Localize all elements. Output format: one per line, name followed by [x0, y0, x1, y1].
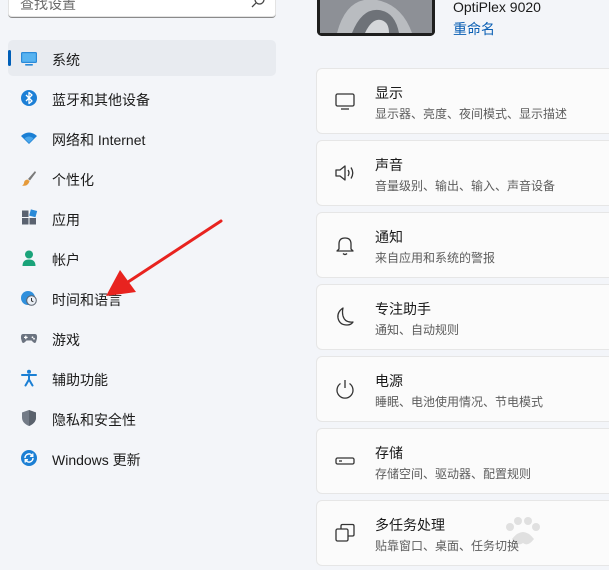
card-subtitle: 来自应用和系统的警报: [375, 251, 496, 265]
sidebar-item-label: 网络和 Internet: [52, 132, 146, 148]
card-subtitle: 睡眠、电池使用情况、节电模式: [375, 395, 544, 409]
search-placeholder: 查找设置: [20, 0, 76, 12]
active-indicator: [8, 50, 11, 66]
sidebar-item-label: 辅助功能: [52, 372, 108, 388]
moon-icon: [337, 307, 354, 326]
sidebar-item-personalization[interactable]: 个性化: [8, 160, 276, 196]
search-icon[interactable]: [250, 0, 266, 9]
settings-card-notifications[interactable]: 通知 来自应用和系统的警报: [316, 212, 609, 278]
brush-icon: [22, 171, 36, 186]
wifi-icon: [21, 132, 37, 144]
card-title: 通知: [375, 229, 403, 245]
speaker-icon: [335, 165, 354, 181]
shield-icon: [22, 410, 36, 426]
accessibility-icon: [21, 369, 37, 387]
sidebar-item-label: 系统: [52, 52, 80, 68]
card-title: 专注助手: [375, 301, 431, 317]
bluetooth-icon: [21, 90, 37, 106]
wallpaper-image: [317, 0, 435, 36]
sidebar-item-label: 个性化: [52, 172, 94, 188]
card-title: 声音: [375, 157, 403, 173]
card-subtitle: 存储空间、驱动器、配置规则: [375, 467, 532, 481]
storage-icon: [335, 457, 355, 465]
sidebar-item-label: 蓝牙和其他设备: [52, 92, 150, 108]
navigation-sidebar: 查找设置 系统 蓝牙和其他设备 网络和 Internet 个性化 应用 帐户 时…: [0, 0, 290, 570]
card-title: 多任务处理: [375, 517, 445, 533]
bell-icon: [336, 237, 354, 256]
settings-card-storage[interactable]: 存储 存储空间、驱动器、配置规则: [316, 428, 609, 494]
sidebar-item-label: Windows 更新: [52, 452, 141, 468]
watermark-logo: [506, 517, 540, 545]
sidebar-item-bluetooth[interactable]: 蓝牙和其他设备: [8, 80, 276, 116]
sidebar-item-network[interactable]: 网络和 Internet: [8, 120, 276, 156]
sidebar-item-label: 帐户: [52, 252, 80, 268]
multitask-icon: [335, 523, 355, 542]
sidebar-item-label: 应用: [52, 212, 80, 228]
settings-card-focus-assist[interactable]: 专注助手 通知、自动规则: [316, 284, 609, 350]
card-title: 电源: [375, 373, 403, 389]
sidebar-item-system[interactable]: 系统: [8, 40, 276, 76]
sidebar-item-privacy-security[interactable]: 隐私和安全性: [8, 400, 276, 436]
display-icon: [335, 93, 355, 110]
settings-card-sound[interactable]: 声音 音量级别、输出、输入、声音设备: [316, 140, 609, 206]
sidebar-item-gaming[interactable]: 游戏: [8, 320, 276, 356]
settings-search-input[interactable]: 查找设置: [8, 0, 276, 18]
sidebar-item-time-language[interactable]: 时间和语言: [8, 280, 276, 316]
device-wallpaper-thumbnail: [317, 0, 435, 36]
sidebar-item-label: 游戏: [52, 332, 80, 348]
rename-link[interactable]: 重命名: [453, 19, 495, 39]
card-title: 存储: [375, 445, 403, 461]
card-subtitle: 音量级别、输出、输入、声音设备: [375, 179, 556, 193]
person-icon: [22, 250, 36, 266]
sidebar-item-windows-update[interactable]: Windows 更新: [8, 440, 276, 476]
update-icon: [21, 450, 37, 466]
apps-icon: [22, 209, 38, 225]
settings-card-display[interactable]: 显示 显示器、亮度、夜间模式、显示描述: [316, 68, 609, 134]
card-subtitle: 通知、自动规则: [375, 323, 460, 337]
card-title: 显示: [375, 85, 403, 101]
card-subtitle: 显示器、亮度、夜间模式、显示描述: [375, 107, 568, 121]
settings-card-power[interactable]: 电源 睡眠、电池使用情况、节电模式: [316, 356, 609, 422]
clock-globe-icon: [21, 291, 37, 306]
sidebar-item-label: 时间和语言: [52, 292, 122, 308]
monitor-icon: [21, 52, 37, 66]
sidebar-item-apps[interactable]: 应用: [8, 200, 276, 236]
sidebar-item-accounts[interactable]: 帐户: [8, 240, 276, 276]
device-name: OptiPlex 9020: [453, 0, 541, 15]
sidebar-item-label: 隐私和安全性: [52, 412, 136, 428]
sidebar-item-accessibility[interactable]: 辅助功能: [8, 360, 276, 396]
power-icon: [336, 380, 354, 399]
gamepad-icon: [20, 334, 38, 343]
